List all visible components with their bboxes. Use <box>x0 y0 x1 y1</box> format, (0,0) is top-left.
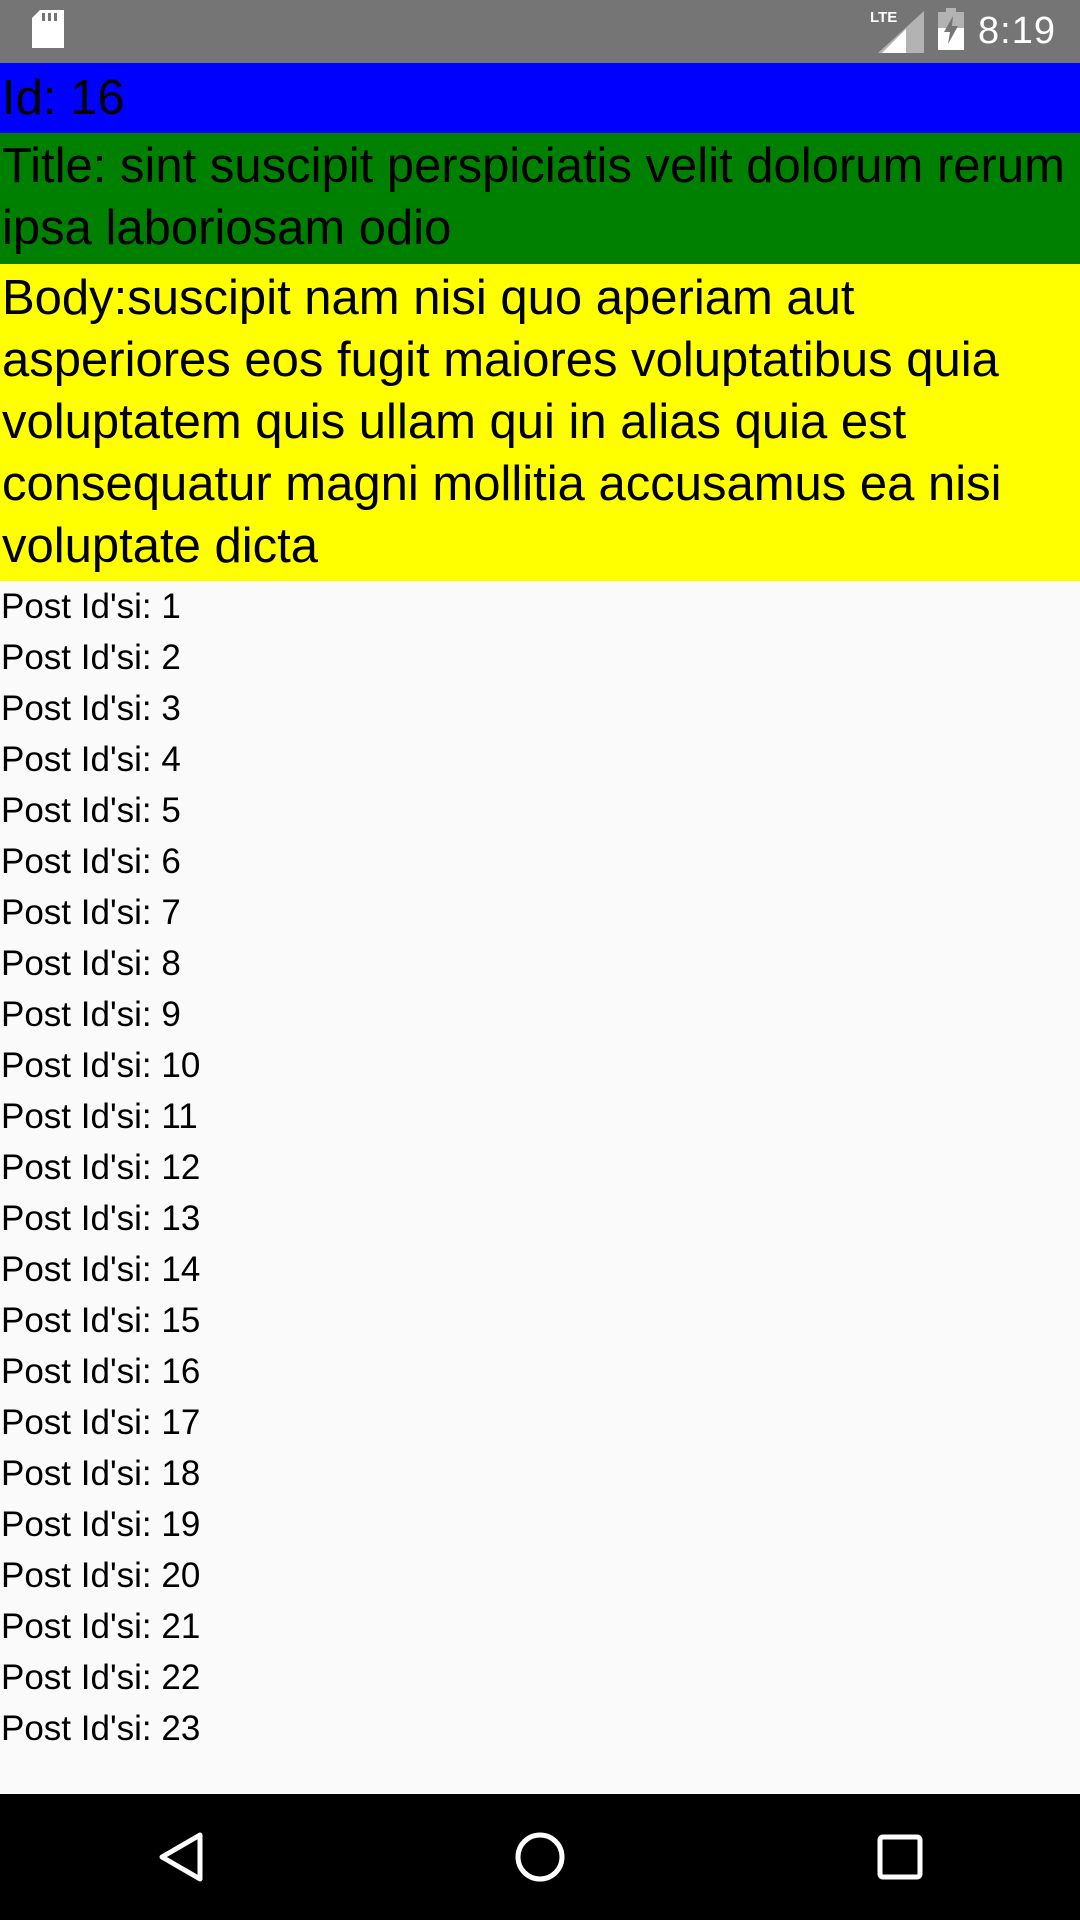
post-id-label: Id: 16 <box>0 63 1080 133</box>
signal-icon: LTE <box>870 9 925 53</box>
post-list-item[interactable]: Post Id'si: 5 <box>0 785 1080 836</box>
status-bar: LTE 8:19 <box>0 0 1080 63</box>
post-list-item[interactable]: Post Id'si: 3 <box>0 683 1080 734</box>
post-list-item[interactable]: Post Id'si: 21 <box>0 1601 1080 1652</box>
post-list-item[interactable]: Post Id'si: 4 <box>0 734 1080 785</box>
post-list-item[interactable]: Post Id'si: 11 <box>0 1091 1080 1142</box>
post-body-label: Body:suscipit nam nisi quo aperiam aut a… <box>0 264 1080 581</box>
recents-button[interactable] <box>840 1797 960 1917</box>
post-list-item[interactable]: Post Id'si: 16 <box>0 1346 1080 1397</box>
back-button[interactable] <box>120 1797 240 1917</box>
post-list-item[interactable]: Post Id'si: 20 <box>0 1550 1080 1601</box>
recents-icon <box>877 1834 923 1880</box>
post-list-item[interactable]: Post Id'si: 10 <box>0 1040 1080 1091</box>
post-list-item[interactable]: Post Id'si: 14 <box>0 1244 1080 1295</box>
post-list-item[interactable]: Post Id'si: 22 <box>0 1652 1080 1703</box>
post-list-item[interactable]: Post Id'si: 17 <box>0 1397 1080 1448</box>
post-list-item[interactable]: Post Id'si: 6 <box>0 836 1080 887</box>
home-icon <box>515 1832 565 1882</box>
status-right: LTE 8:19 <box>870 8 1056 55</box>
back-icon <box>159 1832 203 1882</box>
battery-charging-icon <box>938 8 965 55</box>
post-list-item[interactable]: Post Id'si: 13 <box>0 1193 1080 1244</box>
navigation-bar <box>0 1794 1080 1920</box>
post-list-item[interactable]: Post Id'si: 7 <box>0 887 1080 938</box>
post-list-item[interactable]: Post Id'si: 15 <box>0 1295 1080 1346</box>
post-id-list[interactable]: Post Id'si: 1 Post Id'si: 2 Post Id'si: 3P… <box>0 581 1080 1754</box>
post-title-label: Title: sint suscipit perspiciatis velit … <box>0 133 1080 264</box>
status-clock: 8:19 <box>978 10 1056 52</box>
post-list-item[interactable]: Post Id'si: 1 <box>0 581 1080 632</box>
post-list-item[interactable]: Post Id'si: 9 <box>0 989 1080 1040</box>
post-list-item[interactable]: Post Id'si: 23 <box>0 1703 1080 1754</box>
post-list-item[interactable]: Post Id'si: 12 <box>0 1142 1080 1193</box>
post-list-item[interactable]: Post Id'si: 8 <box>0 938 1080 989</box>
post-list-item[interactable]: Post Id'si: 2 <box>0 632 1080 683</box>
status-left <box>32 10 64 53</box>
post-detail-content[interactable]: Id: 16 Title: sint suscipit perspiciatis… <box>0 63 1080 1794</box>
home-button[interactable] <box>480 1797 600 1917</box>
post-list-item[interactable]: Post Id'si: 18 <box>0 1448 1080 1499</box>
sd-card-icon <box>32 10 64 53</box>
post-list-item[interactable]: Post Id'si: 19 <box>0 1499 1080 1550</box>
